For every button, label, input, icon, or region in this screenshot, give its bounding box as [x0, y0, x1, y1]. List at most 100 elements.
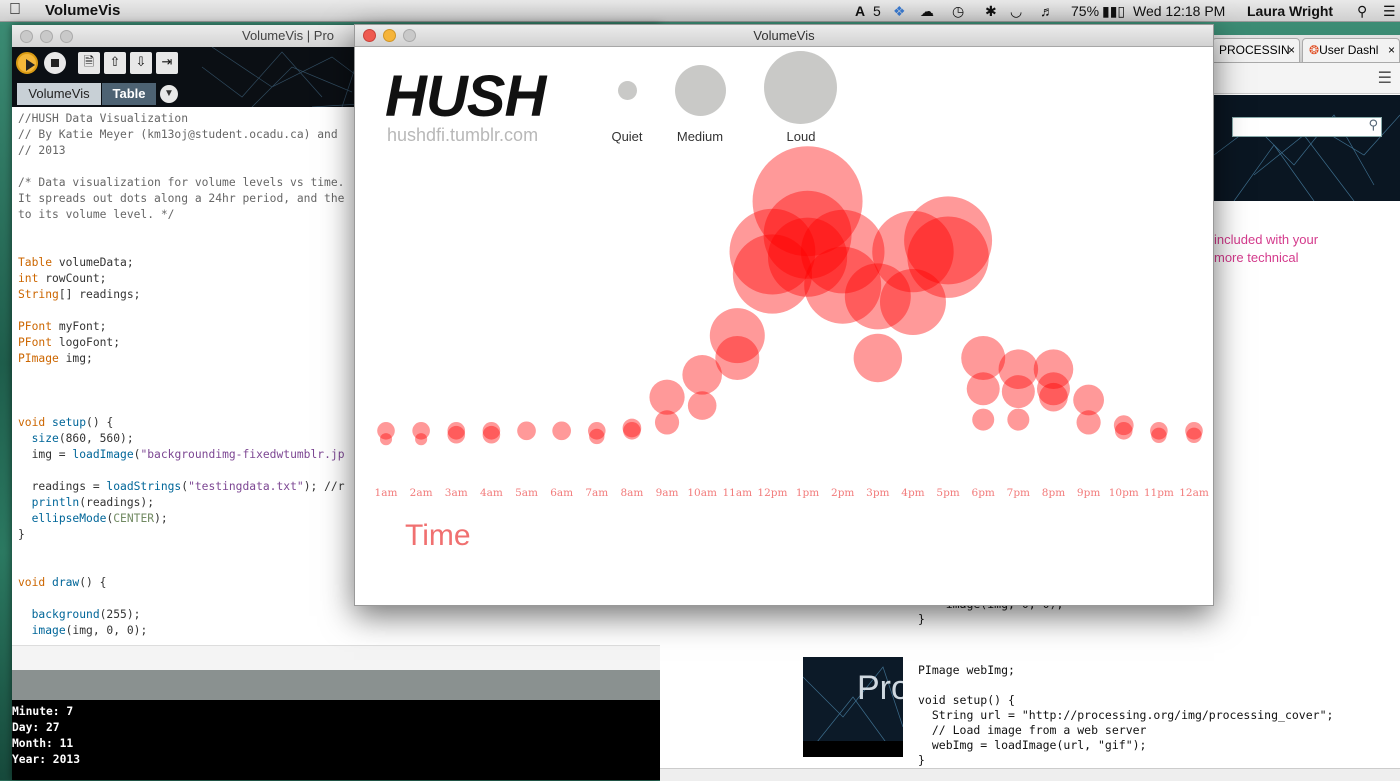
wifi-icon[interactable]: ◡ [1010, 3, 1022, 20]
volume-bubble-5am [517, 421, 536, 441]
hour-tick-label: 1am [375, 487, 398, 499]
dropbox-icon[interactable]: ❖ [893, 3, 906, 20]
volume-bubble-7pm [1007, 408, 1030, 431]
close-window-button[interactable] [20, 30, 33, 43]
save-sketch-icon[interactable]: ⇩ [130, 52, 152, 74]
time-machine-icon[interactable]: ◷ [952, 3, 964, 20]
browser-horizontal-scrollbar[interactable] [660, 768, 1400, 781]
volume-bubble-1am [379, 433, 393, 446]
network-graphic [1214, 114, 1400, 201]
volume-bubble-7am [589, 428, 605, 445]
hour-tick-label: 10am [687, 487, 717, 499]
close-tab-icon[interactable]: × [1288, 39, 1295, 61]
volume-bubble-5pm [907, 216, 989, 298]
hour-tick-label: 5pm [936, 487, 959, 499]
stop-button[interactable] [44, 52, 66, 74]
browser-menu-icon[interactable]: ☰ [1378, 68, 1392, 87]
tab-table[interactable]: Table [102, 83, 156, 105]
spotlight-search-icon[interactable]: ⚲ [1357, 3, 1367, 20]
sketch-title-bar[interactable]: VolumeVis [355, 25, 1213, 47]
sketch-window-title: VolumeVis [753, 28, 815, 43]
tab-volumevis[interactable]: VolumeVis [17, 83, 101, 105]
page-pink-text: included with your more technical [1214, 232, 1319, 265]
clock[interactable]: Wed 12:18 PM [1133, 3, 1225, 19]
site-header-image: ⚲ [1214, 95, 1400, 201]
volume-bubble-10am [687, 391, 717, 420]
volume-bubble-9pm [1076, 410, 1101, 435]
bluetooth-icon[interactable]: ✱ [985, 3, 997, 20]
browser-tab-user-dashboard-label: User Dashl [1319, 43, 1379, 57]
user-name[interactable]: Laura Wright [1247, 3, 1333, 19]
editor-status-bar [12, 670, 660, 700]
browser-tab-user-dashboard[interactable]: ❂User Dashl × [1302, 38, 1400, 62]
tab-menu-chevron-icon[interactable]: ▼ [160, 85, 178, 103]
editor-title: VolumeVis | Pro [242, 28, 335, 43]
hour-tick-label: 10pm [1109, 487, 1139, 499]
apple-menu-icon[interactable]:  [9, 1, 21, 19]
creative-cloud-icon[interactable]: ☁ [920, 3, 934, 20]
volume-bubble-8am [623, 422, 641, 440]
export-sketch-icon[interactable]: ⇥ [156, 52, 178, 74]
volume-bubble-6am [552, 421, 572, 441]
hour-tick-label: 6pm [972, 487, 995, 499]
volume-bubble-9am [654, 410, 680, 435]
notification-center-icon[interactable]: ☰ [1383, 3, 1396, 20]
volume-icon[interactable]: ♬ [1040, 3, 1054, 19]
battery-percent: 75% [1071, 3, 1100, 19]
volume-bubble-9am [649, 379, 685, 415]
adobe-icon[interactable]: A [855, 3, 865, 19]
console-output[interactable]: Minute: 7 Day: 27 Month: 11 Year: 2013 [12, 700, 660, 780]
menu-bar:  VolumeVis A 5 ❖ ☁ ◷ ✱ ◡ ♬ 75% ▮▮▯ Wed … [0, 0, 1400, 22]
volume-bubble-6pm [966, 372, 1000, 406]
hour-tick-label: 8pm [1042, 487, 1065, 499]
volume-bubble-10pm [1114, 422, 1133, 440]
volume-bubble-8pm [1039, 382, 1068, 412]
browser-tab-processing-label: PROCESSIN [1219, 43, 1290, 57]
hour-tick-label: 4am [480, 487, 503, 499]
hour-tick-label: 2am [410, 487, 433, 499]
browser-tab-processing[interactable]: PROCESSIN × [1212, 38, 1300, 62]
new-sketch-icon[interactable]: 🗎 [78, 52, 100, 74]
volume-bubble-3pm [853, 333, 903, 383]
volume-bubble-7pm [1001, 375, 1035, 409]
hour-tick-label: 1pm [796, 487, 819, 499]
hour-tick-label: 4pm [901, 487, 924, 499]
app-menu-name[interactable]: VolumeVis [45, 2, 120, 19]
hour-tick-label: 3am [445, 487, 468, 499]
volume-chart: 1am 2am 3am 4am 5am 6am 7am 8am 9am 10am 11am 12pm 1… [375, 146, 1209, 499]
hour-tick-label: 2pm [831, 487, 854, 499]
page-code-snippet: PImage webImg; void setup() { String url… [918, 663, 1334, 767]
x-axis-title: Time [405, 519, 471, 552]
minimize-window-button[interactable] [40, 30, 53, 43]
hour-tick-label: 9pm [1077, 487, 1100, 499]
volume-bubble-3am [447, 425, 466, 444]
search-icon[interactable]: ⚲ [1368, 118, 1378, 133]
volume-bubble-12am [1186, 427, 1202, 443]
zoom-window-button[interactable] [60, 30, 73, 43]
hour-tick-label: 11pm [1144, 487, 1174, 499]
open-sketch-icon[interactable]: ⇧ [104, 52, 126, 74]
hour-tick-label: 11am [723, 487, 753, 499]
console-text: Minute: 7 Day: 27 Month: 11 Year: 2013 [12, 705, 81, 766]
site-search-input[interactable]: ⚲ [1232, 117, 1382, 137]
ubuntu-icon: ❂ [1309, 43, 1320, 57]
hour-tick-label: 9am [656, 487, 679, 499]
editor-console-divider[interactable] [12, 645, 660, 672]
volume-bubble-6pm [972, 408, 995, 431]
hour-tick-label: 12pm [757, 487, 787, 499]
code-text[interactable]: //HUSH Data Visualization // By Katie Me… [18, 111, 345, 639]
volume-bubble-4am [482, 425, 501, 444]
hour-tick-label: 7pm [1007, 487, 1030, 499]
bubble-group [377, 146, 1203, 446]
hour-tick-label: 6am [550, 487, 573, 499]
hour-tick-label: 5am [515, 487, 538, 499]
battery-icon[interactable]: ▮▮▯ [1102, 3, 1125, 20]
hour-tick-label: 8am [620, 487, 643, 499]
close-tab-icon[interactable]: × [1388, 39, 1395, 61]
run-button[interactable] [16, 52, 38, 74]
sketch-canvas[interactable]: HUSH hushdfi.tumblr.com Quiet Medium Lou… [355, 47, 1213, 605]
processing-cover-thumbnail: Pro [803, 657, 903, 757]
volume-bubble-11pm [1151, 427, 1167, 443]
hour-tick-label: 12am [1179, 487, 1209, 499]
adobe-badge: 5 [873, 3, 881, 19]
